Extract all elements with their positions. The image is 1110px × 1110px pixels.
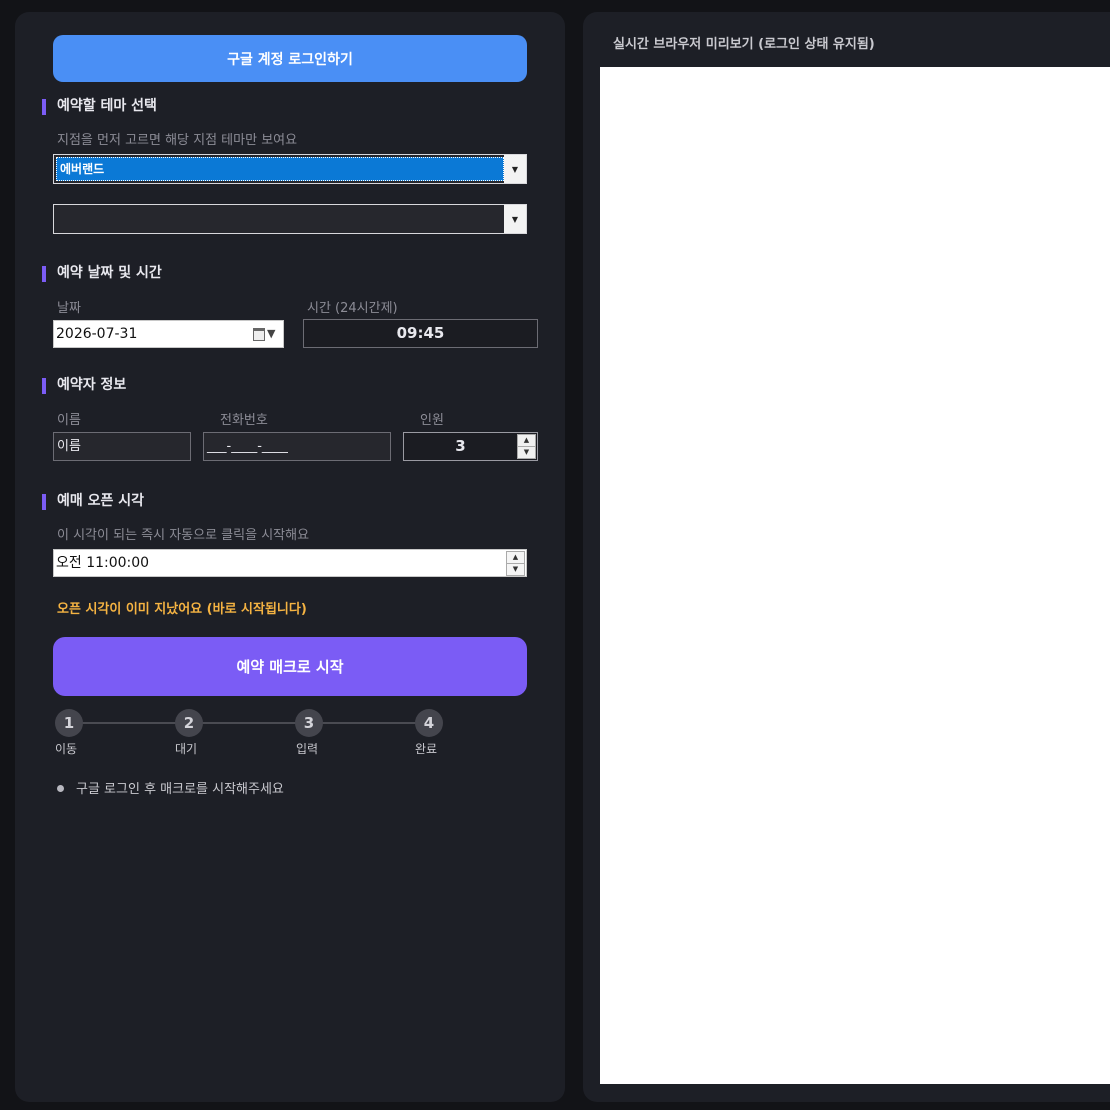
browser-preview-frame[interactable] (600, 67, 1110, 1084)
step-connector (322, 722, 422, 724)
step-2-circle: 2 (175, 709, 203, 737)
calendar-icon[interactable]: ▼ (253, 326, 279, 342)
step-connector (82, 722, 182, 724)
date-value: 2026-07-31 (56, 326, 138, 342)
status-message: 구글 로그인 후 매크로를 시작해주세요 (76, 782, 284, 797)
preview-panel: 실시간 브라우저 미리보기 (로그인 상태 유지됨) (583, 12, 1110, 1102)
open-time-value: 오전 11:00:00 (56, 555, 150, 571)
theme-select[interactable]: ▼ (53, 204, 527, 234)
start-macro-button[interactable]: 예약 매크로 시작 (53, 637, 527, 696)
step-3-circle: 3 (295, 709, 323, 737)
people-spinner[interactable]: ▲ ▼ (517, 434, 536, 459)
branch-select[interactable]: 에버랜드 ▼ (53, 154, 527, 184)
name-input[interactable]: 이름 (53, 432, 191, 461)
people-stepper[interactable]: 3 ▲ ▼ (403, 432, 538, 461)
branch-select-value: 에버랜드 (56, 157, 504, 181)
step-2-label: 대기 (174, 742, 198, 756)
people-value: 3 (455, 437, 466, 455)
step-connector (202, 722, 302, 724)
people-label: 인원 (420, 413, 444, 428)
step-1-circle: 1 (55, 709, 83, 737)
preview-title: 실시간 브라우저 미리보기 (로그인 상태 유지됨) (613, 37, 875, 52)
status-dot-icon (57, 785, 64, 792)
google-login-button[interactable]: 구글 계정 로그인하기 (53, 35, 527, 82)
open-section-title: 예매 오픈 시각 (42, 492, 144, 510)
step-4-label: 완료 (414, 742, 438, 756)
open-time-spinner[interactable]: ▲ ▼ (506, 551, 525, 576)
date-label: 날짜 (57, 301, 81, 316)
booker-section-title: 예약자 정보 (42, 376, 126, 394)
step-1-label: 이동 (54, 742, 78, 756)
dropdown-arrow-icon[interactable]: ▼ (504, 205, 526, 233)
spinner-down-icon[interactable]: ▼ (518, 447, 535, 459)
step-4-circle: 4 (415, 709, 443, 737)
spinner-down-icon[interactable]: ▼ (507, 564, 524, 576)
open-time-warning: 오픈 시각이 이미 지났어요 (바로 시작됩니다) (57, 602, 307, 617)
open-time-input[interactable]: 오전 11:00:00 ▲ ▼ (53, 549, 527, 577)
step-3-label: 입력 (295, 742, 319, 756)
control-panel: 구글 계정 로그인하기 예약할 테마 선택 지점을 먼저 고르면 해당 지점 테… (15, 12, 565, 1102)
time-input[interactable]: 09:45 (303, 319, 538, 348)
dropdown-arrow-icon[interactable]: ▼ (504, 155, 526, 183)
theme-section-title: 예약할 테마 선택 (42, 97, 157, 115)
name-label: 이름 (57, 413, 81, 428)
phone-input[interactable]: ___-____-____ (203, 432, 391, 461)
status-line: 구글 로그인 후 매크로를 시작해주세요 (57, 778, 284, 797)
theme-hint: 지점을 먼저 고르면 해당 지점 테마만 보여요 (57, 133, 298, 148)
phone-label: 전화번호 (220, 413, 268, 428)
open-hint: 이 시각이 되는 즉시 자동으로 클릭을 시작해요 (57, 528, 310, 543)
time-label: 시간 (24시간제) (307, 301, 398, 316)
date-picker[interactable]: 2026-07-31 ▼ (53, 320, 284, 348)
datetime-section-title: 예약 날짜 및 시간 (42, 264, 162, 282)
